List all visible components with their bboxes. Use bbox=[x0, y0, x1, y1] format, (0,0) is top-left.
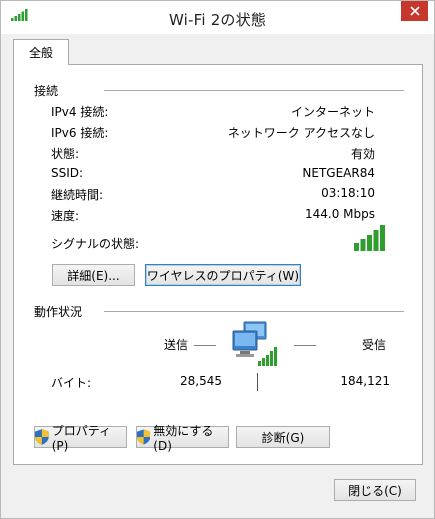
received-line bbox=[294, 345, 316, 346]
bytes-received-value: 184,121 bbox=[340, 374, 390, 388]
uac-shield-icon bbox=[35, 429, 49, 445]
ipv6-label: IPv6 接続: bbox=[51, 126, 109, 140]
speed-label: 速度: bbox=[51, 209, 80, 223]
wireless-properties-button[interactable]: ワイヤレスのプロパティ(W) bbox=[145, 264, 301, 286]
state-value: 有効 bbox=[350, 147, 375, 161]
ipv4-value: インターネット bbox=[290, 105, 375, 119]
uac-shield-icon bbox=[137, 429, 151, 445]
duration-label: 継続時間: bbox=[51, 188, 104, 202]
ipv6-value: ネットワーク アクセスなし bbox=[227, 126, 375, 140]
window-title: Wi-Fi 2の状態 bbox=[168, 11, 267, 29]
properties-button[interactable]: プロパティ(P) bbox=[34, 424, 127, 453]
close-icon bbox=[409, 6, 420, 16]
state-label: 状態: bbox=[51, 147, 80, 161]
diagnose-button[interactable]: 診断(G) bbox=[236, 426, 330, 448]
disable-button-label: 無効にする(D) bbox=[153, 423, 214, 453]
details-button-label: 詳細(E)... bbox=[67, 268, 120, 283]
tab-general-label: 全般 bbox=[28, 46, 53, 60]
connection-divider bbox=[104, 90, 404, 91]
disable-button[interactable]: 無効にする(D) bbox=[136, 424, 229, 453]
title-bar[interactable]: Wi-Fi 2の状態 bbox=[1, 1, 434, 34]
close-button-label: 閉じる(C) bbox=[348, 483, 402, 498]
signal-label: シグナルの状態: bbox=[51, 237, 140, 251]
general-panel: 接続 IPv4 接続: インターネット IPv6 接続: ネットワーク アクセス… bbox=[13, 64, 423, 465]
ssid-value: NETGEAR84 bbox=[302, 166, 375, 180]
wireless-properties-label: ワイヤレスのプロパティ(W) bbox=[146, 268, 300, 283]
sent-label: 送信 bbox=[164, 338, 189, 352]
speed-value: 144.0 Mbps bbox=[304, 207, 375, 221]
bytes-label: バイト: bbox=[51, 376, 92, 390]
activity-divider bbox=[104, 311, 404, 312]
activity-heading: 動作状況 bbox=[34, 305, 83, 319]
received-label: 受信 bbox=[362, 338, 387, 352]
ipv4-label: IPv4 接続: bbox=[51, 105, 109, 119]
diagnose-button-label: 診断(G) bbox=[261, 430, 305, 445]
bytes-sent-value: 28,545 bbox=[180, 374, 222, 388]
duration-value: 03:18:10 bbox=[321, 186, 375, 200]
status-dialog: Wi-Fi 2の状態 全般 接続 IPv4 接続: インターネット IPv6 接… bbox=[0, 0, 435, 519]
bytes-separator bbox=[257, 373, 258, 391]
signal-strength-icon bbox=[354, 225, 385, 251]
tab-general[interactable]: 全般 bbox=[13, 39, 69, 65]
details-button[interactable]: 詳細(E)... bbox=[52, 264, 135, 286]
close-button[interactable]: 閉じる(C) bbox=[334, 479, 416, 501]
ssid-label: SSID: bbox=[51, 166, 84, 180]
connection-heading: 接続 bbox=[34, 84, 59, 98]
network-computers-icon bbox=[232, 321, 277, 366]
close-window-button[interactable] bbox=[401, 1, 428, 21]
properties-button-label: プロパティ(P) bbox=[51, 423, 111, 453]
sent-line bbox=[194, 345, 216, 346]
